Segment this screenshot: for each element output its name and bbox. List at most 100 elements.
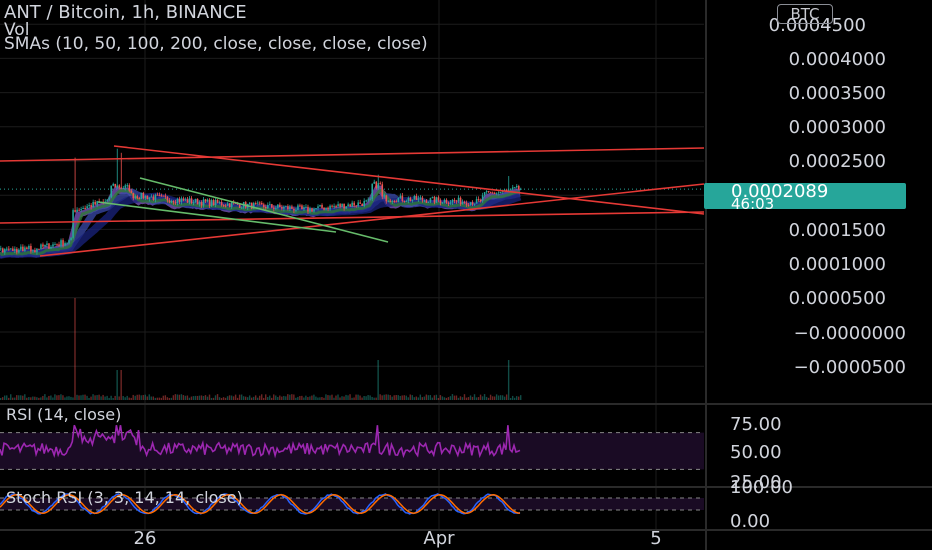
volume-bar: [234, 394, 237, 400]
volume-bar: [397, 395, 399, 400]
volume-bar: [475, 397, 478, 400]
volume-bar: [226, 396, 229, 400]
volume-bar: [277, 396, 279, 400]
candle-body: [168, 200, 171, 203]
volume-bar: [369, 395, 371, 400]
chart-canvas[interactable]: 0.0004500 0.0004000 0.0003500 0.0003000 …: [0, 0, 932, 550]
candle-body: [214, 199, 217, 206]
candle-body: [445, 199, 448, 203]
candle-body: [130, 190, 133, 194]
candle-body: [132, 193, 135, 199]
candle-body: [152, 196, 155, 200]
candle-body: [399, 195, 402, 198]
volume-bar: [208, 394, 211, 400]
candle-body: [200, 201, 203, 206]
candle-body: [425, 200, 428, 203]
volume-bar: [164, 395, 167, 400]
volume-bar: [174, 394, 177, 400]
volume-bar: [415, 396, 417, 400]
volume-bar: [218, 397, 221, 400]
volume-bar: [293, 394, 295, 400]
candle-body: [216, 199, 219, 203]
volume-bar: [176, 394, 179, 400]
volume-bars: [0, 298, 522, 400]
volume-bar: [451, 394, 454, 400]
candle-body: [321, 204, 323, 208]
volume-bar: [6, 395, 8, 400]
volume-bar: [327, 395, 329, 400]
volume-bar: [26, 397, 28, 400]
volume-bar: [236, 397, 239, 400]
volume-bar: [301, 395, 303, 400]
volume-bar: [184, 395, 187, 400]
candle-body: [174, 202, 177, 204]
candle-body: [293, 208, 295, 211]
symbol-title[interactable]: ANT / Bitcoin, 1h, BINANCE: [4, 2, 247, 23]
candle-body: [22, 246, 24, 251]
candle-body: [148, 197, 151, 200]
volume-bar: [214, 395, 217, 400]
volume-bar: [455, 395, 458, 400]
volume-bar: [289, 394, 291, 400]
candle-body: [204, 199, 207, 202]
candle-body: [295, 209, 297, 211]
volume-bar: [335, 395, 337, 400]
volume-bar: [220, 397, 223, 400]
currency-button[interactable]: BTC: [777, 4, 833, 24]
volume-bar: [188, 397, 191, 400]
volume-bar: [182, 395, 185, 400]
candle-body: [166, 196, 169, 201]
price-tick-label: −0.0000500: [794, 357, 906, 378]
volume-bar: [321, 397, 323, 400]
price-tick-label: 0.0003000: [789, 117, 886, 138]
volume-bar: [427, 395, 430, 400]
volume-bar: [64, 397, 66, 400]
candle-body: [431, 196, 434, 198]
volume-bar: [273, 394, 275, 400]
volume-bar: [341, 396, 343, 400]
candle-body: [240, 207, 243, 209]
volume-bar: [14, 397, 16, 400]
candle-body: [194, 198, 197, 203]
candle-body: [254, 203, 257, 205]
candle-body: [28, 245, 30, 249]
candle-body: [325, 207, 327, 210]
candle-body: [106, 199, 109, 202]
candle-body: [305, 206, 307, 208]
candle-body: [453, 199, 456, 201]
candle-body: [122, 187, 125, 189]
sma-legend[interactable]: SMAs (10, 50, 100, 200, close, close, cl…: [4, 34, 428, 54]
volume-bar: [256, 397, 259, 400]
volume-bar: [74, 298, 76, 400]
volume-bar: [254, 395, 257, 400]
volume-bar: [375, 397, 377, 400]
volume-bar: [18, 395, 20, 400]
candle-body: [138, 198, 141, 200]
volume-bar: [144, 394, 146, 400]
volume-bar: [154, 397, 156, 400]
volume-bar: [359, 395, 361, 400]
candle-body: [435, 197, 438, 203]
volume-bar: [349, 394, 351, 400]
candle-body: [375, 181, 378, 189]
volume-bar: [140, 395, 142, 400]
volume-bar: [467, 397, 470, 400]
candle-body: [469, 202, 472, 205]
candle-body: [319, 204, 321, 207]
volume-bar: [371, 396, 373, 400]
volume-bar: [168, 397, 171, 400]
volume-bar: [148, 394, 150, 400]
candle-body: [451, 199, 454, 203]
volume-bar: [180, 394, 183, 400]
candle-body: [196, 198, 199, 205]
volume-bar: [295, 397, 297, 400]
candle-body: [339, 204, 341, 207]
candle-body: [78, 209, 80, 211]
candle-body: [38, 248, 40, 250]
volume-bar: [351, 397, 353, 400]
volume-bar: [393, 395, 395, 400]
candle-body: [269, 204, 271, 206]
volume-bar: [325, 394, 327, 400]
candle-body: [515, 186, 518, 188]
volume-bar: [401, 395, 403, 400]
